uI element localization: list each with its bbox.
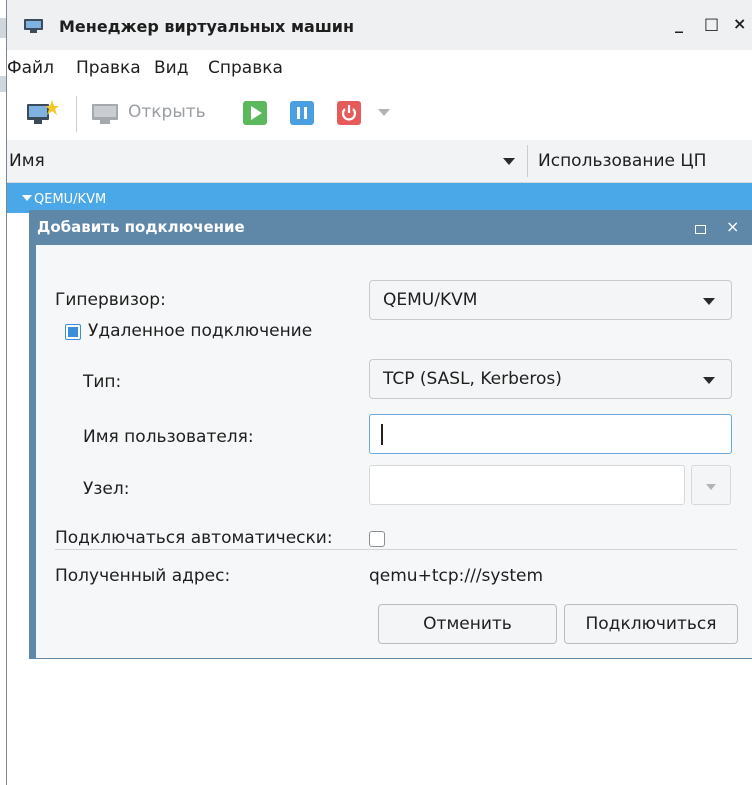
play-icon[interactable] <box>243 101 267 125</box>
connection-label: QEMU/KVM <box>34 192 107 207</box>
open-button[interactable]: Открыть <box>128 102 206 122</box>
dialog-title: Добавить подключение <box>37 218 245 236</box>
new-vm-icon[interactable] <box>25 98 59 128</box>
text-caret <box>381 424 383 445</box>
connection-row[interactable]: QEMU/KVM <box>7 183 752 213</box>
menu-help[interactable]: Справка <box>208 58 283 78</box>
title-bar: Менеджер виртуальных машин _ □ × <box>7 0 752 50</box>
host-label: Узел: <box>83 479 130 499</box>
host-dropdown-button[interactable] <box>691 465 731 505</box>
chevron-down-icon <box>703 377 715 384</box>
virt-manager-icon <box>24 19 43 33</box>
hypervisor-value: QEMU/KVM <box>383 290 478 310</box>
host-input[interactable] <box>369 465 685 505</box>
autoconnect-label: Подключаться автоматически: <box>55 528 333 548</box>
add-connection-dialog: Добавить подключение × Гипервизор: QEMU/… <box>29 210 752 659</box>
dropdown-arrow-icon[interactable] <box>378 109 390 117</box>
expander-icon[interactable] <box>22 195 32 201</box>
maximize-button[interactable]: □ <box>704 14 719 33</box>
sort-arrow-icon[interactable] <box>503 158 515 165</box>
hypervisor-select[interactable]: QEMU/KVM <box>369 280 732 320</box>
minimize-button[interactable]: _ <box>675 14 683 33</box>
autoconnect-checkbox[interactable] <box>369 531 385 547</box>
chevron-down-icon <box>706 484 716 490</box>
monitor-icon <box>92 104 118 124</box>
dialog-body: Гипервизор: QEMU/KVM Удаленное подключен… <box>36 245 752 658</box>
column-cpu-usage[interactable]: Использование ЦП <box>538 151 706 171</box>
type-label: Тип: <box>83 372 122 392</box>
remote-label[interactable]: Удаленное подключение <box>88 321 312 341</box>
username-label: Имя пользователя: <box>83 427 254 447</box>
power-icon[interactable] <box>337 101 361 125</box>
dialog-separator <box>55 549 737 550</box>
dialog-close-icon[interactable]: × <box>726 217 739 236</box>
dialog-maximize-icon[interactable] <box>695 225 706 234</box>
menu-bar: Файл Правка Вид Справка <box>7 50 752 88</box>
uri-value: qemu+tcp:///system <box>369 566 544 586</box>
chevron-down-icon <box>703 298 715 305</box>
list-header: Имя Использование ЦП <box>7 140 752 183</box>
type-select[interactable]: TCP (SASL, Kerberos) <box>369 359 732 399</box>
uri-label: Полученный адрес: <box>55 566 231 586</box>
toolbar: Открыть <box>7 88 752 140</box>
menu-view[interactable]: Вид <box>154 58 188 78</box>
column-name[interactable]: Имя <box>9 151 45 171</box>
hypervisor-label: Гипервизор: <box>55 290 166 310</box>
cancel-button[interactable]: Отменить <box>378 604 557 644</box>
type-value: TCP (SASL, Kerberos) <box>383 369 562 389</box>
toolbar-separator <box>76 96 77 132</box>
username-input[interactable] <box>369 414 732 454</box>
connect-button[interactable]: Подключиться <box>564 604 738 644</box>
menu-file[interactable]: Файл <box>7 58 54 78</box>
window-title: Менеджер виртуальных машин <box>59 17 355 36</box>
close-button[interactable]: × <box>733 14 746 33</box>
pause-icon[interactable] <box>290 101 314 125</box>
menu-edit[interactable]: Правка <box>76 58 141 78</box>
column-separator <box>527 145 528 177</box>
remote-checkbox[interactable] <box>65 324 81 340</box>
